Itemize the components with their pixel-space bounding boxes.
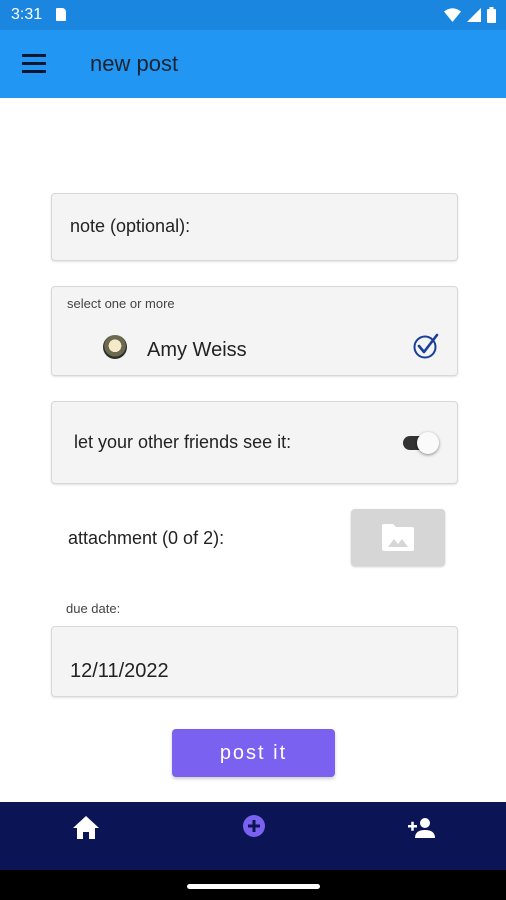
note-placeholder: note (optional): xyxy=(70,216,191,236)
home-icon[interactable] xyxy=(70,814,102,844)
app-bar: new post xyxy=(0,30,506,98)
wifi-icon xyxy=(444,8,461,22)
attachment-label: attachment (0 of 2): xyxy=(68,528,225,548)
status-time: 3:31 xyxy=(11,6,43,23)
due-date-label: due date: xyxy=(66,601,121,616)
share-toggle-row: let your other friends see it: xyxy=(51,401,458,484)
sd-card-icon xyxy=(56,8,66,21)
person-add-icon[interactable] xyxy=(406,814,438,844)
page-title: new post xyxy=(90,51,179,76)
checkbox-checked-icon[interactable] xyxy=(413,333,439,359)
select-hint: select one or more xyxy=(67,296,175,311)
status-icons xyxy=(444,7,496,23)
system-gesture-bar xyxy=(0,870,506,900)
add-circle-icon[interactable] xyxy=(238,814,270,844)
battery-icon xyxy=(487,7,496,23)
menu-icon[interactable] xyxy=(22,54,48,74)
share-switch[interactable] xyxy=(401,432,441,454)
due-date-field[interactable]: 12/11/2022 xyxy=(51,626,458,697)
avatar xyxy=(103,335,127,359)
switch-knob xyxy=(417,432,439,454)
due-date-value: 12/11/2022 xyxy=(70,660,169,682)
signal-icon xyxy=(467,8,481,22)
home-gesture-handle[interactable] xyxy=(187,884,320,889)
bottom-nav xyxy=(0,802,506,870)
note-field[interactable]: note (optional): xyxy=(51,193,458,261)
friend-name: Amy Weiss xyxy=(147,339,247,361)
post-it-button[interactable]: post it xyxy=(172,729,335,777)
share-label: let your other friends see it: xyxy=(74,432,292,452)
friend-selector: select one or more Amy Weiss xyxy=(51,286,458,376)
status-bar: 3:31 xyxy=(0,0,506,30)
add-attachment-button[interactable] xyxy=(351,509,445,566)
image-folder-icon xyxy=(382,524,414,551)
